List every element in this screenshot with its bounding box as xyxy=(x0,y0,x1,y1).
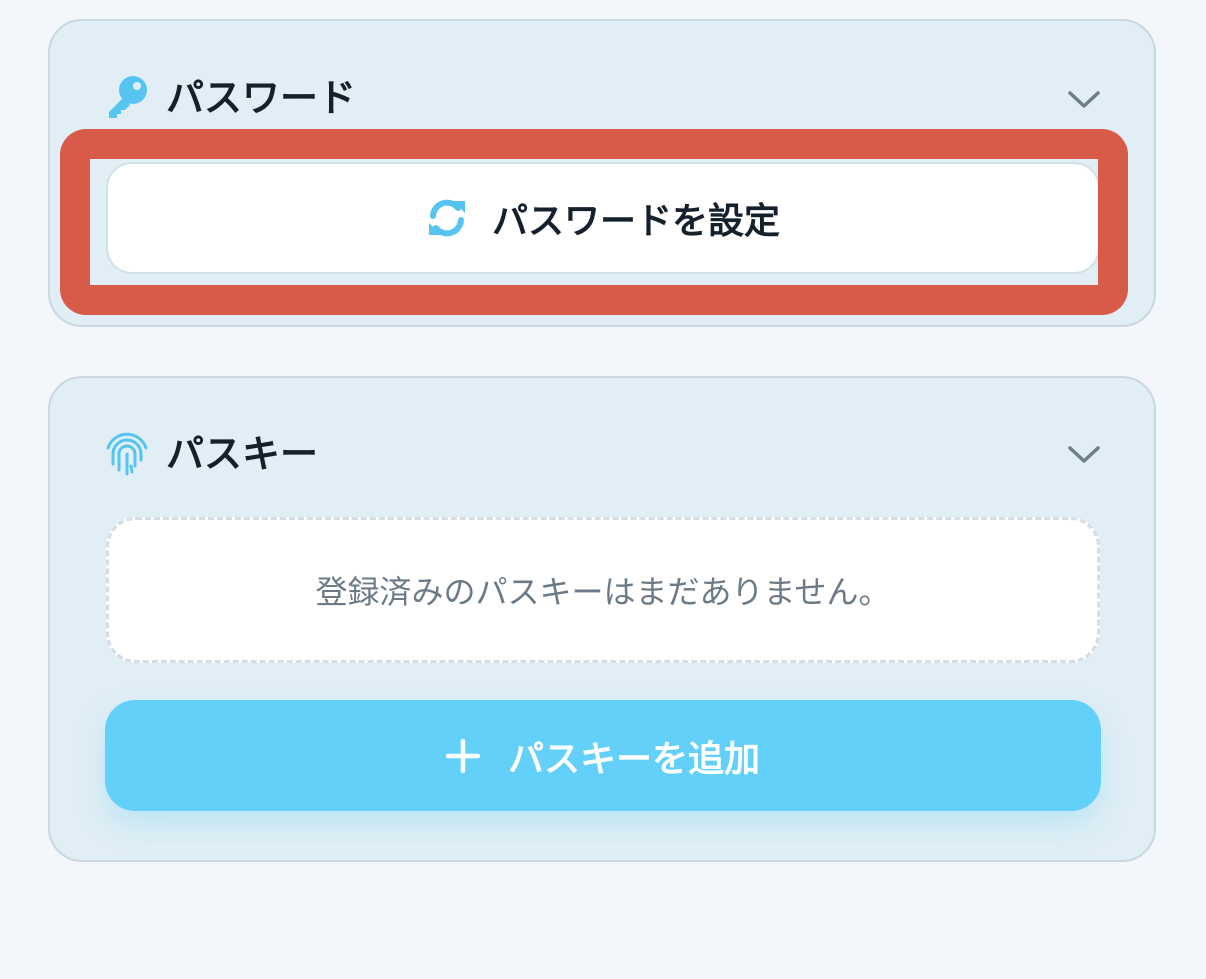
passkey-section-header[interactable]: パスキー xyxy=(50,378,1154,528)
empty-state-message: 登録済みのパスキーはまだありません。 xyxy=(315,573,891,611)
add-passkey-label: パスキーを追加 xyxy=(507,738,760,780)
fingerprint-icon xyxy=(106,432,148,476)
passkey-section-title: パスキー xyxy=(166,432,319,476)
add-passkey-button[interactable]: パスキーを追加 xyxy=(105,700,1101,811)
password-section-header[interactable]: パスワード xyxy=(50,21,1154,171)
set-password-label: パスワードを設定 xyxy=(491,201,780,242)
key-icon xyxy=(109,76,147,118)
chevron-down-icon[interactable] xyxy=(1066,442,1102,466)
refresh-icon xyxy=(428,199,465,237)
passkey-empty-state: 登録済みのパスキーはまだありません。 xyxy=(106,517,1100,663)
password-section-title: パスワード xyxy=(166,76,357,120)
set-password-button[interactable]: パスワードを設定 xyxy=(106,162,1100,274)
chevron-down-icon[interactable] xyxy=(1066,87,1102,111)
plus-icon xyxy=(445,738,480,773)
